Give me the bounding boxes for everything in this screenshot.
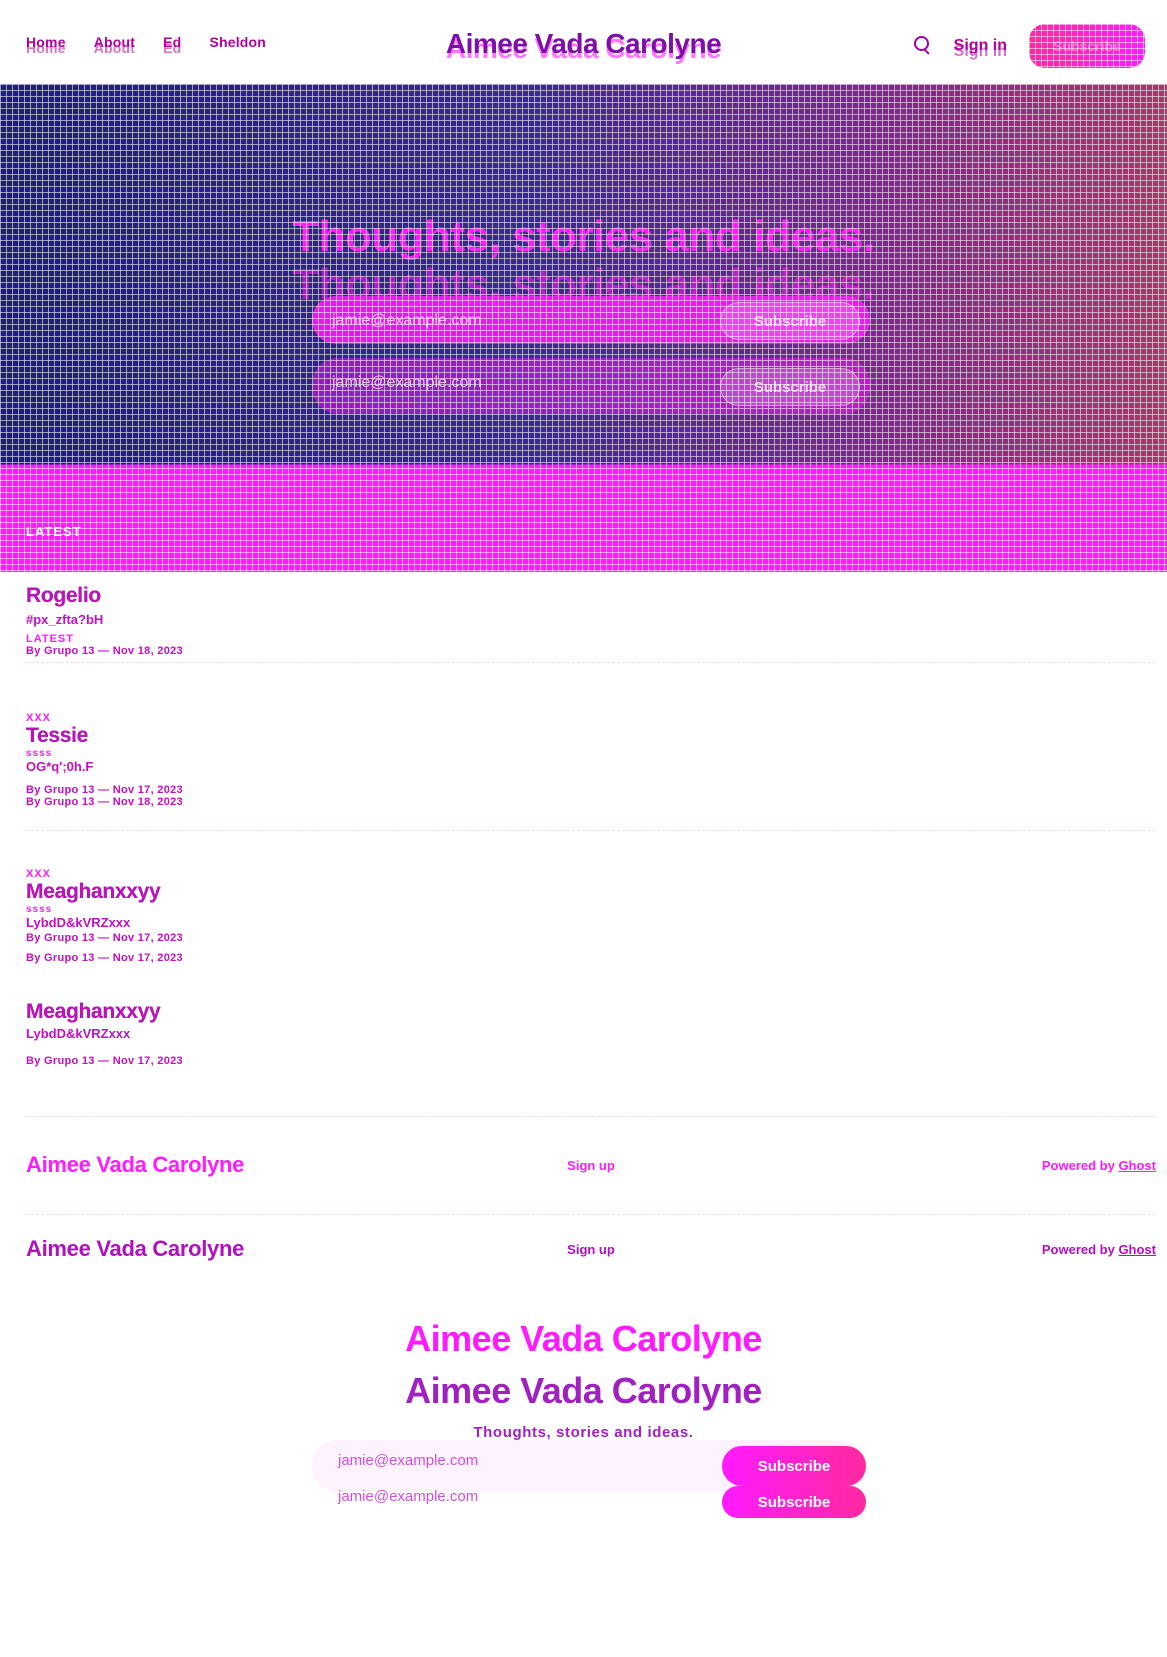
ghost-link[interactable]: Ghost	[1118, 1158, 1156, 1173]
footer-signup-link[interactable]: Sign up	[26, 1242, 1156, 1257]
hero-latest-label: LATEST	[26, 524, 82, 539]
signup-email-input[interactable]: jamie@example.com	[338, 1488, 478, 1505]
signup-description: Thoughts, stories and ideas.	[473, 1424, 694, 1441]
signup-subscribe-label: Subscribe	[757, 1493, 831, 1511]
post-tag[interactable]: XXX	[26, 868, 1156, 880]
post-subtag: ssss	[26, 904, 53, 915]
post-title[interactable]: Meaghanxxyy	[26, 1000, 1156, 1024]
post-divider	[26, 662, 1156, 663]
signup-email-input[interactable]: jamie@example.com	[338, 1452, 478, 1469]
post-meta: By Grupo 13 — Nov 18, 2023	[26, 645, 183, 657]
hero-subscribe-form-ghost: Subscribe	[312, 358, 870, 414]
post-title[interactable]: Tessie	[26, 724, 1156, 748]
site-header: Home About Ed Sheldon Aimee Vada Carolyn…	[0, 0, 1167, 84]
signup-title: Aimee Vada Carolyne	[405, 1318, 762, 1359]
footer-divider	[26, 1214, 1156, 1215]
signup-form-ghost: jamie@example.com Subscribe	[312, 1486, 866, 1518]
post-card[interactable]: XXX Meaghanxxyy ssss LybdD&kVRZxxx By Gr…	[26, 868, 1156, 964]
powered-by-text: Powered by	[1041, 1242, 1119, 1257]
signup-subscribe-button[interactable]: Subscribe	[722, 1446, 866, 1486]
post-card[interactable]: Meaghanxxyy LybdD&kVRZxxx By Grupo 13 — …	[26, 1000, 1156, 1067]
powered-by-text: Powered by	[1041, 1158, 1119, 1173]
ghost-link[interactable]: Ghost	[1118, 1242, 1156, 1257]
site-footer-ghost: Aimee Vada Carolyne Sign up Powered by G…	[26, 1236, 1156, 1266]
post-divider	[26, 830, 1156, 831]
post-card[interactable]: XXX Tessie ssss OG*q';0h.F By Grupo 13 —…	[26, 712, 1156, 808]
post-divider	[26, 1116, 1156, 1117]
search-icon[interactable]	[912, 34, 932, 58]
signup-form: jamie@example.com Subscribe	[312, 1440, 866, 1492]
post-title[interactable]: Rogelio	[26, 584, 1156, 608]
signup-subscribe-button[interactable]: Subscribe	[722, 1486, 866, 1518]
post-meta: By Grupo 13 — Nov 17, 2023	[26, 952, 183, 964]
post-meta: By Grupo 13 — Nov 17, 2023	[26, 1055, 183, 1067]
post-title[interactable]: Meaghanxxyy	[26, 880, 1156, 904]
footer-powered: Powered by Ghost	[1042, 1242, 1156, 1257]
hero-section: Thoughts, stories and ideas. Thoughts, s…	[0, 84, 1167, 572]
post-meta: By Grupo 13 — Nov 17, 2023	[26, 932, 183, 944]
footer-signup-link[interactable]: Sign up	[26, 1158, 1156, 1173]
post-meta: By Grupo 13 — Nov 17, 2023	[26, 784, 183, 796]
hero-subscribe-button-ghost[interactable]: Subscribe	[720, 368, 860, 406]
header-actions: Sign in Subscribe	[912, 24, 1145, 68]
post-excerpt: OG*q';0h.F	[26, 759, 94, 774]
footer-powered: Powered by Ghost	[1042, 1158, 1156, 1173]
post-meta: By Grupo 13 — Nov 18, 2023	[26, 796, 183, 808]
subscribe-button-label: Subscribe	[1053, 38, 1121, 54]
post-tag[interactable]: XXX	[26, 712, 1156, 724]
post-excerpt: #px_zfta?bH	[26, 612, 104, 627]
hero-title: Thoughts, stories and ideas.	[292, 212, 875, 261]
post-subtag: ssss	[26, 748, 53, 759]
hero-subscribe-button[interactable]: Subscribe	[720, 302, 860, 340]
signup-subscribe-label: Subscribe	[757, 1457, 831, 1475]
post-card[interactable]: Rogelio #px_zfta?bH LATEST By Grupo 13 —…	[26, 584, 1156, 657]
hero-email-input-ghost[interactable]	[330, 368, 714, 398]
signup-title-ghost: Aimee Vada Carolyne	[405, 1370, 762, 1411]
post-tag[interactable]: LATEST	[26, 633, 1156, 645]
signin-link[interactable]: Sign in	[954, 37, 1007, 55]
subscribe-button[interactable]: Subscribe	[1029, 24, 1145, 68]
site-footer: Aimee Vada Carolyne Sign up Powered by G…	[26, 1152, 1156, 1182]
hero-email-input[interactable]	[330, 306, 714, 336]
post-excerpt: LybdD&kVRZxxx	[26, 1026, 131, 1041]
hero-subscribe-form: Subscribe	[312, 296, 870, 344]
post-excerpt: LybdD&kVRZxxx	[26, 915, 131, 930]
